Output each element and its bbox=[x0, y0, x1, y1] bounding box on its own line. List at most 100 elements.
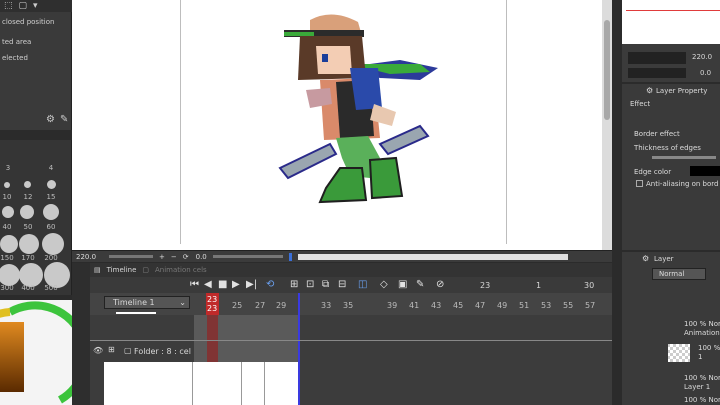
tab-timeline-icon: ▤ bbox=[94, 266, 101, 274]
go-to-start-icon[interactable]: ⏮ bbox=[190, 279, 199, 290]
brush-size-dot[interactable] bbox=[20, 205, 34, 219]
brush-size-dot[interactable] bbox=[0, 264, 20, 286]
tab-timeline[interactable]: Timeline bbox=[107, 266, 137, 274]
end-frame-readout: 30 bbox=[584, 281, 595, 290]
wrench-icon[interactable]: ✎ bbox=[60, 114, 68, 125]
navigator-zoom-value[interactable]: 220.0 bbox=[692, 53, 712, 61]
tool-property-panel: ⬚ ▢ ▾ closed position ted area elected ⚙… bbox=[0, 0, 72, 130]
blend-mode-select[interactable]: Normal bbox=[652, 268, 706, 280]
dropdown-icon[interactable]: ▾ bbox=[33, 1, 38, 11]
end-marker-line bbox=[298, 293, 300, 405]
tab-animation-cels[interactable]: Animation cels bbox=[155, 266, 207, 274]
closed-position-option[interactable]: closed position bbox=[2, 18, 54, 26]
blend-mode-value: Normal bbox=[659, 270, 685, 278]
cel-copy-icon[interactable]: ⧉ bbox=[322, 279, 329, 290]
current-frame-label: 23 bbox=[207, 295, 218, 304]
canvas-status-bar: 220.0 + − ⟳ 0.0 bbox=[72, 250, 612, 262]
folder-expand-icon[interactable]: ⊞ bbox=[108, 345, 115, 354]
loop-icon[interactable]: ⟲ bbox=[266, 279, 274, 290]
zoom-in-icon[interactable]: + bbox=[159, 253, 165, 261]
layer-name-1[interactable]: Animation bbox=[684, 329, 720, 337]
tab-animation-cels-icon: ▢ bbox=[142, 266, 150, 274]
camera-icon[interactable]: ▣ bbox=[398, 279, 407, 290]
horizontal-scrollbar[interactable] bbox=[297, 253, 568, 260]
tab-layer[interactable]: Layer bbox=[654, 255, 674, 263]
brush-size-dot[interactable] bbox=[24, 181, 31, 188]
scrollbar-thumb[interactable] bbox=[604, 20, 610, 120]
play-icon[interactable]: ▶ bbox=[232, 279, 240, 290]
frame-label: 41 bbox=[409, 301, 420, 310]
brush-size-dot[interactable] bbox=[42, 233, 64, 255]
stop-icon[interactable]: ■ bbox=[218, 279, 227, 290]
cel-spec-icon[interactable]: ⊡ bbox=[306, 279, 314, 290]
border-effect-label[interactable]: Border effect bbox=[634, 130, 680, 138]
select-icon[interactable]: ▢ bbox=[19, 1, 28, 11]
brush-size-dot[interactable] bbox=[0, 235, 18, 253]
edge-color-swatch[interactable] bbox=[690, 166, 720, 176]
frame-label: 49 bbox=[497, 301, 508, 310]
zoom-value[interactable]: 220.0 bbox=[76, 253, 106, 261]
settings-icon[interactable]: ⚙ bbox=[46, 114, 55, 125]
navigator-preview[interactable] bbox=[622, 0, 720, 44]
brush-size-label: 300 bbox=[0, 284, 14, 292]
navigator-angle-value[interactable]: 0.0 bbox=[700, 69, 711, 77]
selected-area-option[interactable]: ted area bbox=[2, 38, 31, 46]
layer-name-2[interactable]: 1 bbox=[698, 353, 702, 361]
frame-label: 51 bbox=[519, 301, 530, 310]
frame-label: 47 bbox=[475, 301, 486, 310]
timeline-edit-icon[interactable]: ⊘ bbox=[436, 279, 444, 290]
frame-label: 27 bbox=[255, 301, 266, 310]
layer-property-icon: ⚙ bbox=[646, 86, 654, 95]
layer-icon: ⚙ bbox=[642, 254, 650, 263]
folder-row-label[interactable]: Folder : 8 : cel bbox=[134, 347, 191, 356]
frame-label: 29 bbox=[276, 301, 287, 310]
chevron-down-icon: ⌄ bbox=[179, 298, 186, 307]
timeline-name-dropdown[interactable]: Timeline 1 ⌄ bbox=[104, 296, 190, 309]
color-wheel[interactable] bbox=[0, 300, 90, 405]
brush-size-dot[interactable] bbox=[4, 182, 10, 188]
frame-label: 43 bbox=[431, 301, 442, 310]
brush-size-dot[interactable] bbox=[19, 234, 39, 254]
canvas-guide-line bbox=[180, 0, 181, 244]
keyframe-icon[interactable]: ◇ bbox=[380, 279, 388, 290]
brush-size-dot[interactable] bbox=[47, 180, 56, 189]
timeline-toolbar bbox=[90, 277, 612, 293]
thickness-slider[interactable] bbox=[652, 156, 716, 159]
zoom-out-icon[interactable]: − bbox=[171, 253, 177, 261]
onion-skin-icon[interactable]: ◫ bbox=[358, 279, 367, 290]
brush-size-dot[interactable] bbox=[43, 204, 59, 220]
thickness-label: Thickness of edges bbox=[634, 144, 701, 152]
navigator-frame-line bbox=[626, 10, 720, 11]
next-frame-icon[interactable]: ▶| bbox=[246, 279, 257, 290]
angle-slider[interactable] bbox=[212, 255, 283, 258]
navigator-angle-slider[interactable] bbox=[628, 68, 686, 78]
rotate-icon[interactable]: ⟳ bbox=[183, 253, 189, 261]
easing-icon[interactable]: ✎ bbox=[416, 279, 424, 290]
angle-value[interactable]: 0.0 bbox=[196, 253, 207, 261]
brush-size-dot[interactable] bbox=[2, 206, 14, 218]
antialias-label[interactable]: Anti-aliasing on bord bbox=[646, 180, 718, 188]
navigator-zoom-slider[interactable] bbox=[628, 52, 686, 64]
canvas-guide-line bbox=[506, 0, 507, 244]
current-frame-label: 23 bbox=[207, 304, 218, 313]
navigator-controls: 220.0 0.0 bbox=[622, 44, 720, 82]
brush-size-label: 170 bbox=[21, 254, 35, 262]
zoom-slider[interactable] bbox=[109, 255, 153, 258]
visibility-eye-icon[interactable]: 👁 bbox=[93, 346, 103, 355]
cel-divider bbox=[192, 362, 193, 405]
tab-layer-property[interactable]: Layer Property bbox=[656, 87, 707, 95]
cel-delete-icon[interactable]: ⊟ bbox=[338, 279, 346, 290]
previous-frame-icon[interactable]: ◀ bbox=[204, 279, 212, 290]
brush-size-label: 40 bbox=[2, 223, 12, 231]
cel-divider bbox=[264, 362, 265, 405]
selected-option[interactable]: elected bbox=[2, 54, 28, 62]
lasso-icon[interactable]: ⬚ bbox=[4, 1, 13, 11]
antialias-checkbox[interactable] bbox=[636, 180, 643, 187]
new-cel-icon[interactable]: ⊞ bbox=[290, 279, 298, 290]
cel-divider bbox=[241, 362, 242, 405]
timeline-underline bbox=[116, 312, 156, 314]
frame-label: 53 bbox=[541, 301, 552, 310]
layer-name-3[interactable]: Layer 1 bbox=[684, 383, 710, 391]
edge-color-label: Edge color bbox=[634, 168, 672, 176]
cel-row[interactable] bbox=[104, 362, 298, 405]
